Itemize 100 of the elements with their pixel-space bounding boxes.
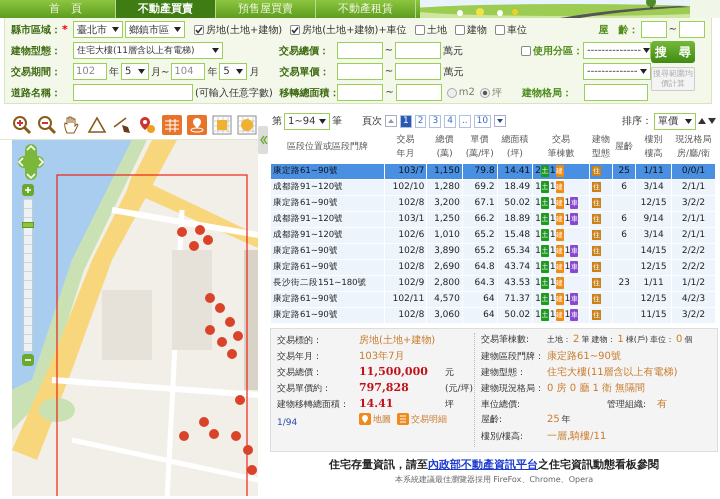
- page-link[interactable]: ..: [458, 114, 471, 128]
- count-text: 1: [550, 245, 556, 257]
- column-header[interactable]: 區段位置或區段門牌: [270, 131, 384, 163]
- page-link[interactable]: 1: [400, 114, 412, 128]
- table-cell: 102/8: [384, 243, 427, 259]
- unit-label: 個: [684, 334, 692, 344]
- sort-descending-icon[interactable]: [708, 117, 716, 125]
- input-field[interactable]: 104: [171, 63, 206, 80]
- page-link[interactable]: 2: [414, 114, 426, 128]
- next-page-icon[interactable]: [494, 115, 506, 127]
- table-cell: 18.49: [497, 179, 533, 195]
- page-link[interactable]: 10: [474, 114, 492, 128]
- count-text: 1: [550, 229, 556, 241]
- checkbox[interactable]: [414, 24, 425, 34]
- detail-label: 建物區段門牌：: [481, 350, 545, 362]
- dropdown[interactable]: ---------------: [583, 42, 651, 59]
- table-cell: 3/2/2: [682, 198, 706, 208]
- platform-link[interactable]: 內政部不動產資訊平台: [428, 458, 538, 470]
- checkbox-label: 建物: [466, 24, 487, 36]
- caret-icon: [319, 118, 326, 124]
- table-cell: 2/1/1: [682, 230, 706, 240]
- dropdown[interactable]: --------------: [582, 63, 651, 80]
- zoom-out-button[interactable]: [22, 354, 34, 366]
- column-header[interactable]: 總面積 (坪): [497, 131, 533, 163]
- collapse-handle-icon[interactable]: [258, 126, 268, 154]
- checkbox[interactable]: [454, 24, 465, 34]
- dropdown[interactable]: 住宅大樓(11層含以上有電梯): [73, 42, 223, 59]
- zoom-in-icon[interactable]: [12, 115, 32, 135]
- triangle-icon[interactable]: [87, 115, 107, 135]
- caret-icon: [685, 118, 692, 124]
- page-link[interactable]: 4: [444, 114, 456, 128]
- count-text: 1: [550, 261, 556, 273]
- table-cell: 3,060: [426, 307, 462, 323]
- zoom-out-icon[interactable]: [37, 115, 57, 135]
- detail-label: 車位總價:: [481, 398, 522, 410]
- column-header[interactable]: 屋齡: [612, 131, 636, 163]
- table-cell: 9/14: [643, 214, 664, 224]
- grid-tile-icon[interactable]: [162, 115, 182, 135]
- input-field[interactable]: [640, 21, 667, 38]
- first-page-icon[interactable]: [385, 115, 397, 127]
- count-text: 1: [535, 197, 541, 209]
- zoom-slider[interactable]: [21, 184, 35, 366]
- count-text: 1: [564, 245, 570, 257]
- column-header[interactable]: 單價 (萬/坪): [462, 131, 498, 163]
- table-cell: 102/8: [384, 307, 427, 323]
- checkbox[interactable]: [521, 46, 531, 56]
- sort-ascending-icon[interactable]: [698, 117, 706, 125]
- column-header[interactable]: 交易 年月: [384, 131, 427, 163]
- input-field[interactable]: [337, 84, 384, 101]
- map-pin-icon[interactable]: [137, 115, 157, 135]
- circle-select-icon[interactable]: [237, 115, 257, 135]
- checkbox-label: 土地: [426, 24, 447, 36]
- dropdown[interactable]: 1~94: [284, 112, 330, 130]
- column-header[interactable]: 交易 筆棟數: [532, 131, 590, 163]
- dropdown[interactable]: 鄉鎮市區: [125, 21, 185, 38]
- table-cell: 64.3: [462, 275, 498, 291]
- table-cell: 69.2: [462, 179, 498, 195]
- dropdown[interactable]: 單價: [654, 112, 696, 130]
- dropdown[interactable]: 臺北市: [73, 21, 123, 38]
- table-cell: 3/14: [643, 182, 664, 192]
- square-select-icon[interactable]: [212, 115, 232, 135]
- ruler-pointer-icon[interactable]: [112, 115, 132, 135]
- input-field[interactable]: [336, 63, 383, 80]
- detail-label: 車位：: [650, 334, 674, 344]
- column-header[interactable]: 建物 型態: [590, 131, 613, 163]
- input-field[interactable]: [396, 84, 442, 101]
- input-field[interactable]: [395, 42, 442, 59]
- input-field[interactable]: [679, 21, 705, 38]
- column-header[interactable]: 現況格局 房/廳/衛: [671, 131, 716, 163]
- pin-tile-icon[interactable]: [187, 115, 207, 135]
- detail-label: 交易年月：: [277, 350, 323, 362]
- detail-value: 1: [617, 334, 624, 344]
- input-field[interactable]: [73, 84, 193, 101]
- nav-tab[interactable]: 不動產買賣: [116, 0, 216, 18]
- dropdown[interactable]: 5: [121, 63, 149, 80]
- input-field[interactable]: [395, 63, 442, 80]
- unit-label: 元: [445, 366, 454, 378]
- checkbox[interactable]: [194, 24, 204, 34]
- count-text: 1: [550, 165, 556, 177]
- input-field[interactable]: [584, 84, 648, 101]
- radio-button[interactable]: [446, 88, 457, 98]
- table-cell: 66.2: [462, 211, 498, 227]
- radio-button[interactable]: [480, 88, 490, 98]
- table-cell: 65.34: [497, 243, 533, 259]
- dropdown[interactable]: 5: [219, 63, 248, 80]
- column-header[interactable]: 樓別 樓高: [636, 131, 672, 163]
- caret-icon: [112, 27, 119, 32]
- table-cell: 12/15: [640, 198, 667, 208]
- input-field[interactable]: 102: [73, 63, 107, 80]
- pan-control[interactable]: [18, 144, 44, 180]
- table-cell: 1/11: [643, 278, 664, 288]
- count-text: 1: [564, 293, 570, 305]
- page-link[interactable]: 3: [429, 114, 442, 128]
- column-header[interactable]: 總價 (萬): [426, 131, 462, 163]
- table-cell: 43.53: [497, 275, 533, 291]
- zoom-in-button[interactable]: [22, 184, 34, 196]
- input-field[interactable]: [336, 42, 383, 59]
- table-cell: 18.89: [497, 211, 533, 227]
- checkbox[interactable]: [494, 24, 505, 34]
- checkbox[interactable]: [290, 24, 300, 34]
